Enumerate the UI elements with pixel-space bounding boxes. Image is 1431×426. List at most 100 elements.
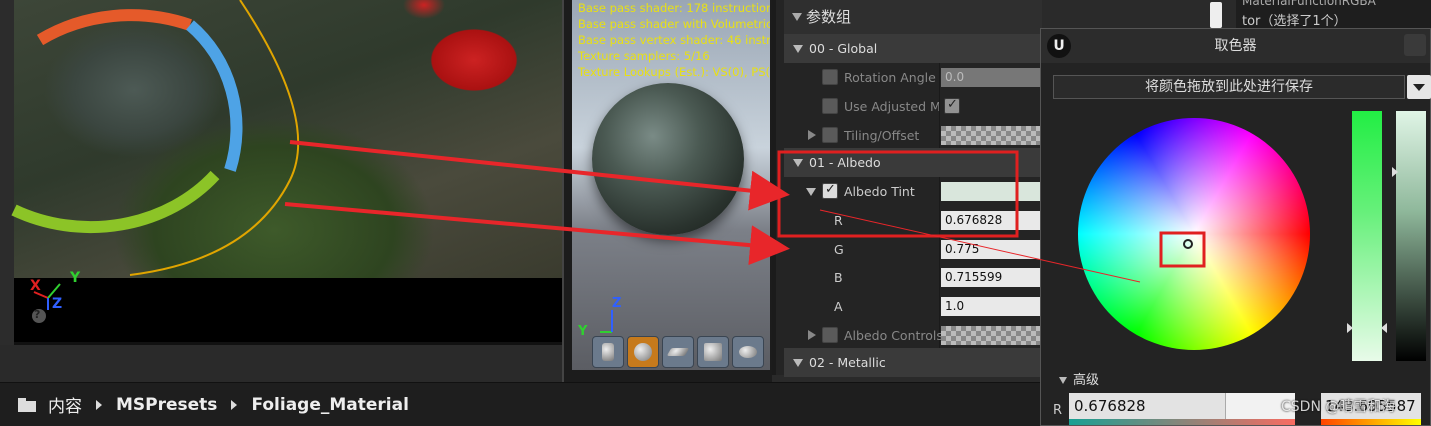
color-wheel[interactable] — [1078, 118, 1310, 350]
stat-line: Base pass shader: 178 instructions — [578, 1, 770, 15]
param-r: R 0.676828 — [784, 206, 1042, 235]
watermark: CSDN @晴雪和海 — [1281, 399, 1396, 415]
channel-label: G — [834, 242, 844, 257]
advanced-section-toggle[interactable]: 高级 — [1059, 369, 1099, 388]
scrollbar-thumb[interactable] — [1210, 2, 1222, 28]
channel-r-field[interactable]: 0.676828 — [941, 211, 1042, 230]
param-groups-header[interactable]: 参数组 — [784, 0, 1042, 34]
channel-g-field[interactable]: 0.775 — [941, 240, 1042, 259]
param-label: Tiling/Offset — [844, 128, 920, 143]
unreal-logo-icon: U — [1047, 34, 1071, 58]
chevron-down-icon[interactable] — [1407, 75, 1431, 99]
outliner-strip: MaterialFunctionRGBA tor（选择了1个） — [1236, 0, 1431, 29]
editor-window: X Y Z ? Base pass shader: 178 instructio… — [0, 0, 1431, 426]
override-checkbox[interactable] — [822, 69, 838, 85]
collapse-arrow-icon[interactable] — [792, 13, 802, 21]
outliner-item-text[interactable]: MaterialFunctionRGBA — [1242, 0, 1376, 8]
value-slider[interactable] — [1396, 111, 1426, 361]
group-label: 00 - Global — [809, 41, 878, 56]
channel-a-field[interactable]: 1.0 — [941, 297, 1042, 316]
r-value-text: 0.676828 — [1074, 397, 1146, 415]
sphere-icon[interactable] — [627, 336, 659, 368]
expand-arrow-icon[interactable] — [793, 159, 803, 167]
viewport-bottom-area — [14, 278, 562, 342]
override-checkbox[interactable] — [822, 182, 838, 199]
param-albedo-tint: Albedo Tint — [784, 177, 1042, 206]
details-panel: 参数组 00 - Global Rotation Angle 0.0 Use A… — [772, 0, 1042, 377]
param-value-field[interactable]: 0.0 — [941, 68, 1042, 87]
viewport-side-bar — [0, 0, 14, 345]
albedo-tint-swatch[interactable] — [941, 182, 1042, 201]
param-rotation-angle: Rotation Angle 0.0 — [784, 63, 1042, 92]
param-tiling-offset: Tiling/Offset — [784, 121, 1042, 150]
stat-line: Base pass vertex shader: 46 instr — [578, 33, 770, 47]
picker-titlebar[interactable]: U 取色器 — [1041, 29, 1430, 63]
advanced-label: 高级 — [1073, 373, 1100, 388]
cylinder-icon[interactable] — [592, 336, 624, 368]
group-global[interactable]: 00 - Global — [784, 34, 1042, 63]
override-checkbox[interactable] — [822, 98, 838, 114]
expand-arrow-icon[interactable] — [806, 188, 816, 196]
chevron-right-icon[interactable] — [231, 399, 238, 410]
expand-arrow-icon[interactable] — [808, 130, 816, 140]
axis-x-label: X — [30, 278, 41, 294]
expand-arrow-icon[interactable] — [793, 45, 803, 53]
param-value-swatch[interactable] — [941, 326, 1042, 345]
group-label: 02 - Metallic — [809, 355, 886, 370]
channel-label: A — [834, 299, 843, 314]
picker-title: 取色器 — [1214, 38, 1257, 54]
group-albedo[interactable]: 01 - Albedo — [784, 148, 1042, 177]
param-use-adjusted: Use Adjusted Ma — [784, 92, 1042, 121]
shader-stats: Base pass shader: 178 instructions Base … — [578, 0, 770, 80]
breadcrumb-item-mspresets[interactable]: MSPresets — [116, 395, 217, 415]
chevron-right-icon[interactable] — [96, 399, 102, 410]
stat-line: Texture samplers: 5/16 — [578, 49, 710, 63]
breadcrumb-item-content[interactable]: 内容 — [48, 392, 82, 417]
axis-y-label: Y — [70, 270, 81, 286]
axis-z-label: Z — [52, 296, 63, 312]
expand-arrow-icon — [1059, 377, 1067, 384]
h-gradient-bar[interactable] — [1321, 419, 1421, 425]
stat-line: Texture Lookups (Est.): VS(0), PS( — [578, 65, 770, 79]
param-b: B 0.715599 — [784, 263, 1042, 292]
param-groups-title: 参数组 — [806, 8, 852, 26]
color-save-dropzone[interactable]: 将颜色拖放到此处进行保存 — [1053, 75, 1405, 99]
r-gradient-bar[interactable] — [1069, 419, 1295, 425]
param-albedo-controls: Albedo Controls — [784, 321, 1042, 350]
param-label: Albedo Controls — [844, 328, 943, 343]
channel-b-field[interactable]: 0.715599 — [941, 268, 1042, 287]
content-browser-breadcrumb: 内容 MSPresets Foliage_Material — [0, 382, 1040, 426]
param-a: A 1.0 — [784, 292, 1042, 321]
folder-icon[interactable] — [18, 397, 36, 412]
color-wheel-cursor[interactable] — [1183, 239, 1193, 249]
selection-count-text: tor（选择了1个） — [1242, 14, 1347, 29]
level-viewport[interactable]: X Y Z ? — [0, 0, 562, 345]
stat-line: Base pass shader with Volumetric — [578, 17, 770, 31]
preview-toolbar — [592, 336, 764, 368]
close-icon[interactable] — [1404, 34, 1426, 56]
param-g: G 0.775 — [784, 235, 1042, 264]
question-icon[interactable]: ? — [34, 308, 40, 321]
preview-axis-y-label: Y — [578, 324, 588, 339]
saturation-slider[interactable] — [1352, 111, 1382, 361]
channel-label: R — [834, 213, 843, 228]
value-checkbox[interactable] — [944, 97, 960, 114]
param-label: Rotation Angle — [844, 70, 936, 85]
viewport-scene[interactable] — [14, 0, 562, 278]
expand-arrow-icon[interactable] — [793, 359, 803, 367]
plane-icon[interactable] — [662, 336, 694, 368]
preview-axis-z-label: Z — [612, 296, 622, 311]
r-value-field[interactable]: 0.676828 — [1069, 393, 1295, 419]
group-metallic[interactable]: 02 - Metallic — [784, 348, 1042, 377]
preview-sphere — [592, 83, 744, 235]
breadcrumb-item-foliage-material[interactable]: Foliage_Material — [251, 395, 408, 415]
color-picker-window: U 取色器 将颜色拖放到此处进行保存 高级 R 0.676828 143.695… — [1040, 28, 1431, 426]
override-checkbox[interactable] — [822, 327, 838, 343]
expand-arrow-icon[interactable] — [808, 330, 816, 340]
override-checkbox[interactable] — [822, 127, 838, 143]
teapot-icon[interactable] — [732, 336, 764, 368]
channel-label: B — [834, 270, 843, 285]
cube-icon[interactable] — [697, 336, 729, 368]
param-label: Albedo Tint — [844, 184, 915, 199]
param-value-swatch[interactable] — [941, 126, 1042, 145]
